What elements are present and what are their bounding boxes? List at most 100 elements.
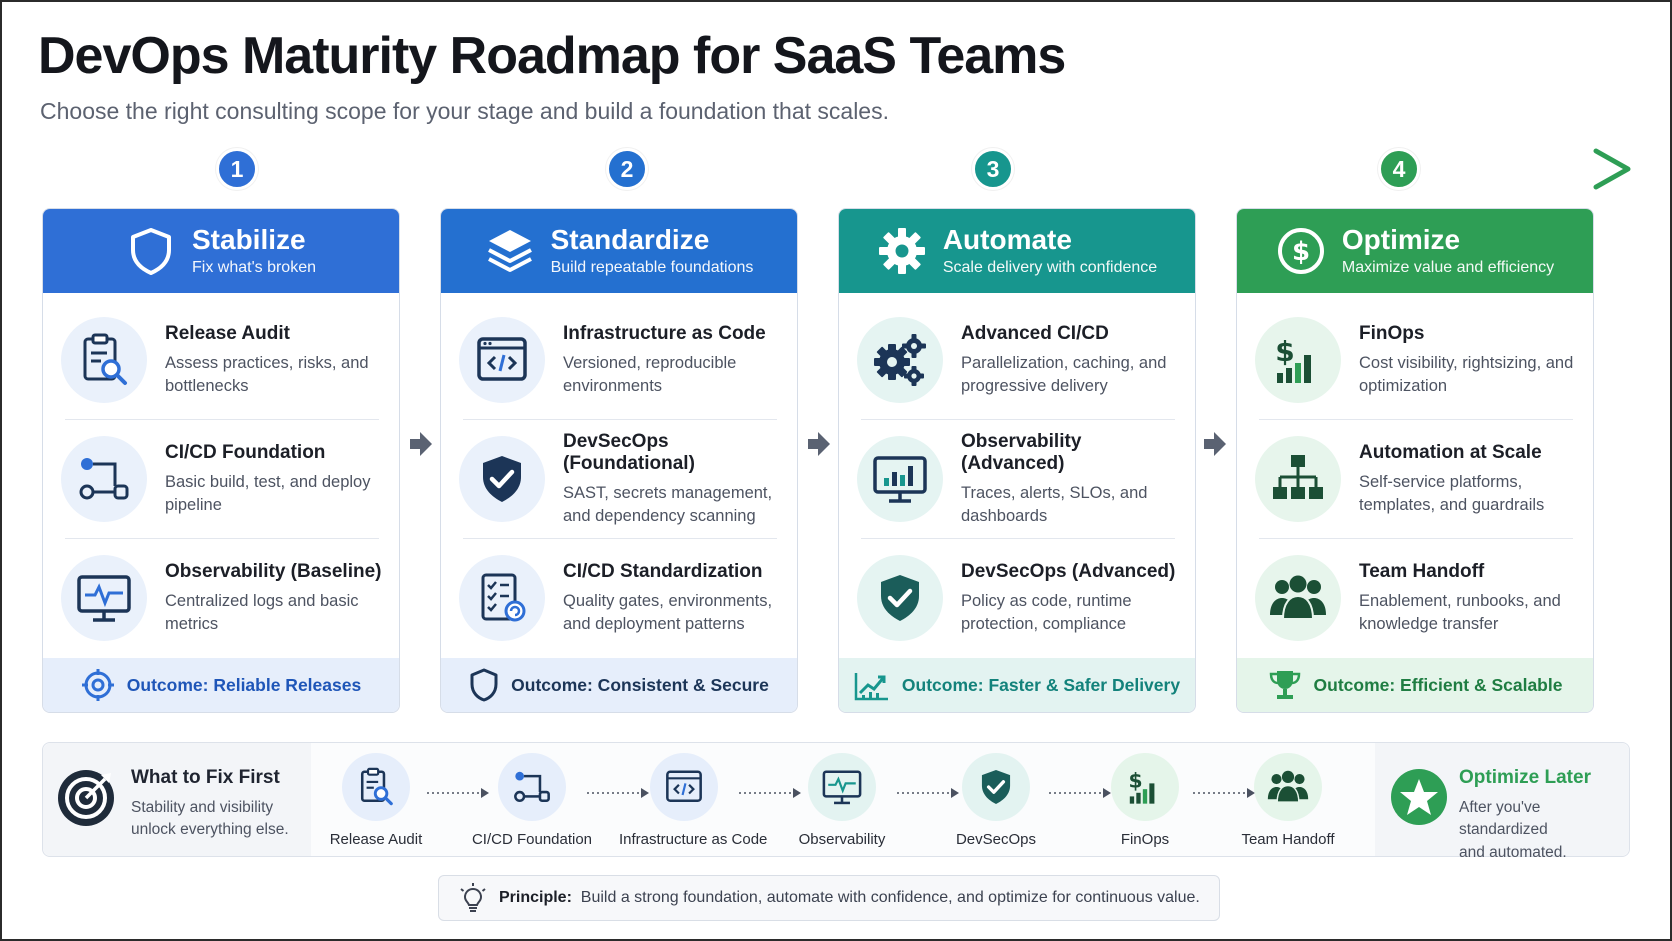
- timeline-step-1: 1: [216, 148, 258, 190]
- dollar-circle-icon: $: [1277, 228, 1324, 274]
- item-desc: Policy as code, runtime protection, comp…: [961, 592, 1132, 633]
- item-title: DevSecOps (Advanced): [961, 561, 1176, 583]
- item-desc: SAST, secrets management, and dependency…: [563, 484, 773, 525]
- item-desc: Traces, alerts, SLOs, and dashboards: [961, 484, 1148, 525]
- monitor-chart-icon: [873, 456, 927, 503]
- step-label: Release Audit: [329, 831, 423, 848]
- stage-title: Stabilize: [192, 224, 306, 256]
- item-release-audit: Release Audit Assess practices, risks, a…: [61, 301, 383, 419]
- gear-icon: [878, 228, 925, 274]
- arrow-right-icon: [808, 432, 830, 456]
- step-label: DevSecOps: [955, 831, 1037, 848]
- trophy-icon: [1269, 671, 1300, 699]
- layers-icon: [487, 230, 532, 272]
- timeline-step-2: 2: [606, 148, 648, 190]
- step-label: FinOps: [1120, 831, 1170, 848]
- lightbulb-icon: [460, 883, 486, 912]
- pipeline-icon: [514, 771, 550, 803]
- optimize-later-desc-line1: After you've standardized: [1459, 799, 1548, 839]
- stage-header: Standardize Build repeatable foundations: [441, 209, 797, 293]
- stage-outcome: Outcome: Efficient & Scalable: [1237, 658, 1593, 712]
- item-cicd-foundation: CI/CD Foundation Basic build, test, and …: [61, 420, 383, 538]
- item-title: Observability (Advanced): [961, 431, 1082, 475]
- stage-title: Standardize: [550, 224, 710, 256]
- monitor-pulse-icon: [77, 575, 131, 622]
- item-desc: Quality gates, environments, and deploym…: [563, 592, 773, 633]
- shield-check-icon: [483, 456, 521, 502]
- principle-label: Principle:: [499, 889, 572, 906]
- code-window-icon: [477, 337, 527, 381]
- path-step-infrastructure-as-code: Infrastructure as Code: [619, 753, 768, 848]
- page-subtitle: Choose the right consulting scope for yo…: [40, 98, 889, 124]
- stage-outcome: Outcome: Consistent & Secure: [441, 658, 797, 712]
- step-label: CI/CD Foundation: [471, 831, 593, 848]
- item-desc: Assess practices, risks, and bottlenecks: [165, 354, 369, 395]
- item-devsecops-foundational: DevSecOps (Foundational) SAST, secrets m…: [459, 420, 781, 538]
- item-finops: $ FinOps Cost visibility, rightsizing, a…: [1255, 301, 1577, 419]
- checklist-icon: [481, 573, 526, 622]
- item-cicd-standardization: CI/CD Standardization Quality gates, env…: [459, 539, 781, 657]
- item-team-handoff: Team Handoff Enablement, runbooks, and k…: [1255, 539, 1577, 657]
- star-badge-icon: [1391, 769, 1447, 825]
- svg-text:$: $: [1275, 335, 1294, 368]
- stage-card-standardize: Standardize Build repeatable foundations…: [440, 208, 798, 713]
- item-title: CI/CD Standardization: [563, 561, 763, 583]
- stage-title: Optimize: [1341, 224, 1461, 256]
- item-desc: Cost visibility, rightsizing, and optimi…: [1359, 354, 1574, 395]
- page-title: DevOps Maturity Roadmap for SaaS Teams: [38, 27, 1066, 85]
- outcome-label: Outcome: Reliable Releases: [126, 674, 362, 695]
- outcome-label: Outcome: Efficient & Scalable: [1313, 674, 1563, 695]
- item-desc: Versioned, reproducible environments: [563, 354, 737, 395]
- item-title: Team Handoff: [1359, 561, 1485, 583]
- step-label: Infrastructure as Code: [619, 831, 768, 848]
- timeline-step-3: 3: [972, 148, 1014, 190]
- path-step-devsecops: DevSecOps: [931, 753, 1061, 848]
- step-label: Observability: [798, 831, 886, 848]
- trend-chart-icon: [854, 673, 888, 701]
- stage-outcome: Outcome: Faster & Safer Delivery: [839, 658, 1195, 712]
- timeline-step-4: 4: [1378, 148, 1420, 190]
- fix-first-desc-line2: unlock everything else.: [131, 821, 289, 839]
- clipboard-search-icon: [360, 767, 393, 806]
- item-title: Observability (Baseline): [165, 561, 382, 583]
- stage-header: Automate Scale delivery with confidence: [839, 209, 1195, 293]
- item-observability-baseline: Observability (Baseline) Centralized log…: [61, 539, 383, 657]
- item-desc: Basic build, test, and deploy pipeline: [165, 473, 371, 514]
- item-title: Advanced CI/CD: [961, 323, 1109, 345]
- path-step-cicd-foundation: CI/CD Foundation: [467, 753, 597, 848]
- stage-subtitle: Scale delivery with confidence: [942, 258, 1158, 276]
- timeline: 1 2 3 4: [40, 148, 1640, 192]
- item-desc: Parallelization, caching, and progressiv…: [961, 354, 1167, 395]
- target-icon: [81, 669, 114, 701]
- fix-first-desc-line1: Stability and visibility: [131, 799, 274, 816]
- stage-card-optimize: $ Optimize Maximize value and efficiency…: [1236, 208, 1594, 713]
- item-observability-advanced: Observability (Advanced) Traces, alerts,…: [857, 420, 1179, 538]
- optimize-later-desc-line2: and automated.: [1459, 843, 1567, 861]
- item-desc: Self-service platforms, templates, and g…: [1359, 473, 1545, 514]
- item-devsecops-advanced: DevSecOps (Advanced) Policy as code, run…: [857, 539, 1179, 657]
- stage-outcome: Outcome: Reliable Releases: [43, 658, 399, 712]
- item-automation-at-scale: Automation at Scale Self-service platfor…: [1255, 420, 1577, 538]
- gears-icon: [874, 334, 926, 386]
- item-title: Infrastructure as Code: [563, 323, 766, 345]
- item-title: Release Audit: [165, 323, 290, 345]
- code-window-icon: [666, 770, 702, 803]
- item-title: DevSecOps (Foundational): [563, 431, 695, 475]
- bullseye-icon: [58, 770, 114, 826]
- path-step-team-handoff: Team Handoff: [1223, 753, 1353, 848]
- svg-text:$: $: [1129, 769, 1143, 793]
- item-desc: Centralized logs and basic metrics: [165, 592, 359, 633]
- monitor-pulse-icon: [822, 770, 862, 805]
- stage-header: $ Optimize Maximize value and efficiency: [1237, 209, 1593, 293]
- arrow-right-icon: [410, 432, 432, 456]
- item-title: Automation at Scale: [1359, 442, 1542, 464]
- dollar-bars-icon: $: [1129, 769, 1155, 804]
- fix-first-path: What to Fix First Stability and visibili…: [42, 742, 1630, 861]
- path-step-release-audit: Release Audit: [311, 753, 441, 848]
- optimize-later-title: Optimize Later: [1459, 767, 1591, 788]
- arrow-right-icon: [1204, 432, 1226, 456]
- pipeline-icon: [79, 458, 129, 500]
- outcome-label: Outcome: Consistent & Secure: [511, 674, 769, 695]
- stage-header: Stabilize Fix what's broken: [43, 209, 399, 293]
- principle-text: Build a strong foundation, automate with…: [580, 889, 1200, 906]
